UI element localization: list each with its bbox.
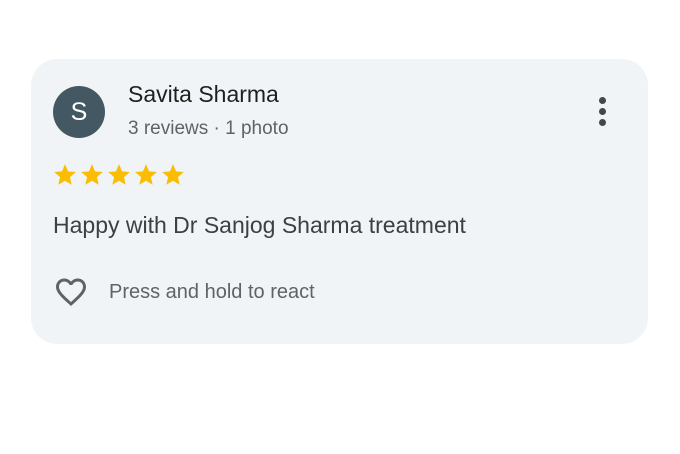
more-vert-icon-dot [598,118,606,126]
star-icon [160,162,186,188]
more-vert-icon [598,96,606,104]
avatar[interactable]: S [53,86,105,138]
star-icon [133,162,159,188]
star-icon [106,162,132,188]
star-rating [52,162,186,188]
star-icon [52,162,78,188]
review-text: Happy with Dr Sanjog Sharma treatment [53,212,466,238]
star-icon [79,162,105,188]
more-vert-icon-dot [598,107,606,115]
heart-outline-icon [56,278,86,307]
review-card: S Savita Sharma 3 reviews · 1 photo Happ… [31,59,648,344]
react-button[interactable]: Press and hold to react [52,272,315,312]
react-label: Press and hold to react [109,280,315,303]
reviewer-meta: 3 reviews · 1 photo [128,118,289,139]
avatar-letter: S [70,97,88,126]
reviewer-name[interactable]: Savita Sharma [128,81,279,108]
more-options-button[interactable] [587,93,617,129]
